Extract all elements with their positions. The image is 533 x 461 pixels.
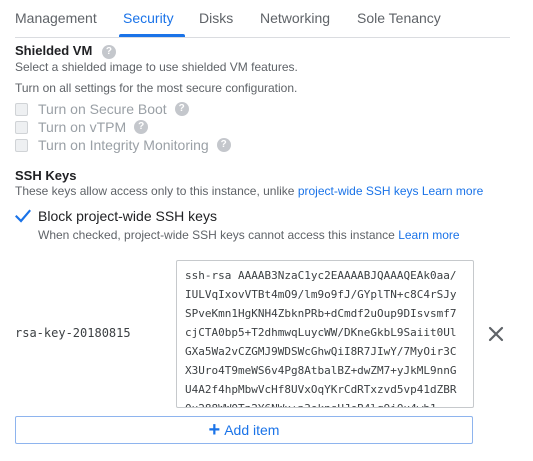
block-learn-more-link[interactable]: Learn more <box>398 228 459 242</box>
close-icon[interactable] <box>484 322 508 346</box>
tab-security[interactable]: Security <box>123 10 174 26</box>
vtpm-row: Turn on vTPM ? <box>15 118 149 136</box>
secure-boot-label: Turn on Secure Boot <box>38 101 167 117</box>
shielded-vm-heading: Shielded VM ? <box>15 43 116 59</box>
help-icon[interactable]: ? <box>101 44 116 59</box>
shielded-vm-title: Shielded VM <box>15 43 93 58</box>
tab-disks[interactable]: Disks <box>199 10 233 26</box>
ssh-key-textarea[interactable]: ssh-rsa AAAAB3NzaC1yc2EAAAABJQAAAQEAk0aa… <box>176 260 474 408</box>
integrity-monitoring-checkbox[interactable] <box>15 138 28 152</box>
secure-boot-checkbox[interactable] <box>15 102 28 116</box>
tab-networking[interactable]: Networking <box>260 10 330 26</box>
integrity-monitoring-label: Turn on Integrity Monitoring <box>38 137 209 153</box>
checkmark-icon[interactable] <box>15 209 31 223</box>
ssh-keys-description: These keys allow access only to this ins… <box>15 184 483 198</box>
ssh-keys-title: SSH Keys <box>15 168 77 183</box>
shielded-vm-turn-on-all: Turn on all settings for the most secure… <box>15 81 298 95</box>
block-ssh-row: Block project-wide SSH keys <box>15 207 217 225</box>
vtpm-label: Turn on vTPM <box>38 119 127 135</box>
shielded-vm-description: Select a shielded image to use shielded … <box>15 60 298 74</box>
help-icon[interactable]: ? <box>216 138 231 152</box>
tab-management[interactable]: Management <box>15 10 97 26</box>
tab-sole-tenancy[interactable]: Sole Tenancy <box>357 10 441 26</box>
active-tab-indicator <box>119 34 185 37</box>
secure-boot-row: Turn on Secure Boot ? <box>15 100 189 118</box>
plus-icon: + <box>208 419 221 441</box>
help-icon[interactable]: ? <box>134 120 149 134</box>
ssh-key-text[interactable]: ssh-rsa AAAAB3NzaC1yc2EAAAABJQAAAQEAk0aa… <box>185 266 471 407</box>
block-ssh-label: Block project-wide SSH keys <box>38 208 217 224</box>
block-ssh-description: When checked, project-wide SSH keys cann… <box>38 228 460 242</box>
block-ssh-desc-text: When checked, project-wide SSH keys cann… <box>38 228 395 242</box>
help-icon[interactable]: ? <box>174 102 189 116</box>
add-item-label: Add item <box>224 422 280 438</box>
integrity-monitoring-row: Turn on Integrity Monitoring ? <box>15 136 231 154</box>
learn-more-link[interactable]: Learn more <box>422 184 483 198</box>
add-item-button[interactable]: + Add item <box>15 416 473 444</box>
vtpm-checkbox[interactable] <box>15 120 28 134</box>
tab-bar: Management Security Disks Networking Sol… <box>15 0 510 38</box>
key-name: rsa-key-20180815 <box>15 326 131 340</box>
ssh-keys-desc-text: These keys allow access only to this ins… <box>15 184 295 198</box>
project-wide-ssh-keys-link[interactable]: project-wide SSH keys <box>298 184 419 198</box>
